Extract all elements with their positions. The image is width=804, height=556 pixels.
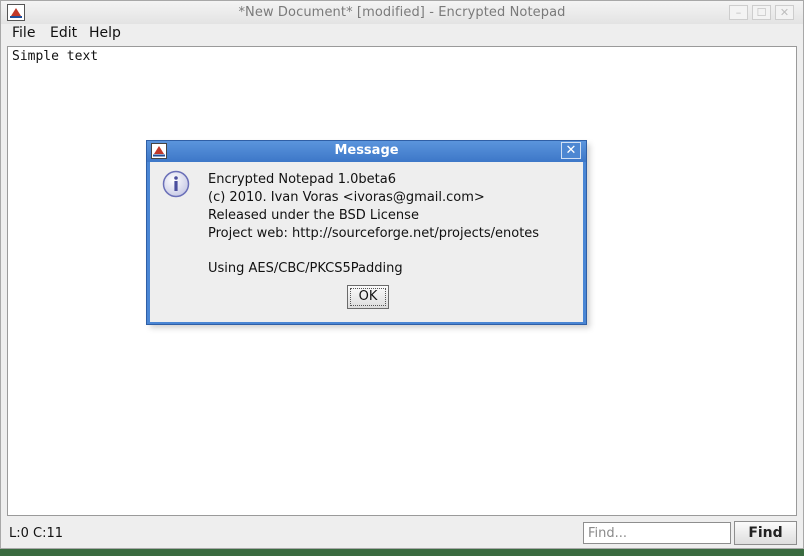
dialog-message-line: Project web: http://sourceforge.net/proj… (208, 226, 540, 241)
find-button[interactable]: Find (734, 521, 797, 545)
editor-content[interactable]: Simple text (12, 49, 98, 64)
ok-button[interactable]: OK (347, 285, 389, 309)
menu-file[interactable]: File (12, 25, 35, 41)
menu-edit[interactable]: Edit (50, 25, 77, 41)
title-bar[interactable]: *New Document* [modified] - Encrypted No… (1, 1, 803, 25)
dialog-close-button[interactable]: ✕ (561, 142, 581, 159)
menu-bar: File Edit Help (1, 24, 803, 44)
maximize-button[interactable]: ☐ (752, 5, 771, 20)
dialog-title-bar[interactable]: Message ✕ (147, 141, 586, 162)
status-bar: L:0 C:11 Find (1, 518, 803, 548)
menu-help[interactable]: Help (89, 25, 121, 41)
dialog-message-line: Released under the BSD License (208, 208, 419, 223)
minimize-button[interactable]: – (729, 5, 748, 20)
find-input[interactable] (583, 522, 731, 544)
close-window-button[interactable]: ✕ (775, 5, 794, 20)
cursor-position: L:0 C:11 (9, 526, 64, 541)
dialog-message-line: (c) 2010. Ivan Voras <ivoras@gmail.com> (208, 190, 485, 205)
message-dialog: Message ✕ Encrypted Notepad 1.0beta6 (c)… (146, 140, 587, 325)
dialog-message-line: Using AES/CBC/PKCS5Padding (208, 261, 403, 276)
dialog-title: Message (334, 143, 399, 158)
dialog-message-line: Encrypted Notepad 1.0beta6 (208, 172, 397, 187)
information-icon (162, 170, 190, 198)
dialog-body: Encrypted Notepad 1.0beta6 (c) 2010. Iva… (150, 162, 583, 322)
window-title: *New Document* [modified] - Encrypted No… (238, 5, 566, 20)
